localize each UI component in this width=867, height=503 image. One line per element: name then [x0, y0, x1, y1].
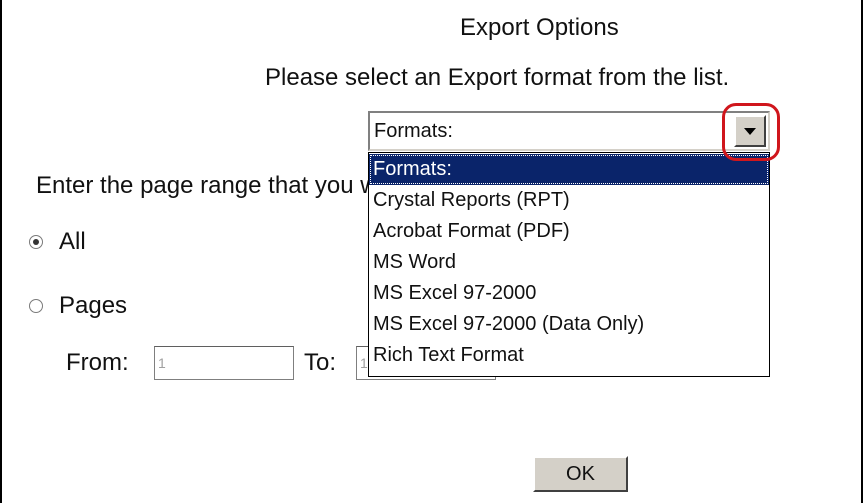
format-dropdown-list: Formats: Crystal Reports (RPT) Acrobat F… — [368, 152, 770, 377]
ok-button[interactable]: OK — [533, 456, 628, 492]
page-range-label: Enter the page range that you want to ex… — [36, 172, 368, 199]
format-select-value: Formats: — [374, 120, 453, 142]
radio-all-label: All — [59, 228, 86, 255]
dropdown-arrow-button[interactable] — [734, 115, 766, 147]
radio-pages-label: Pages — [59, 292, 128, 319]
instruction-text: Please select an Export format from the … — [265, 64, 730, 91]
to-label: To: — [304, 349, 337, 376]
export-dialog: Export Options Please select an Export f… — [0, 0, 863, 503]
format-option-formats[interactable]: Formats: — [369, 154, 769, 185]
format-option-excel-data-only[interactable]: MS Excel 97-2000 (Data Only) — [369, 309, 769, 340]
format-option-pdf[interactable]: Acrobat Format (PDF) — [369, 216, 769, 247]
from-label: From: — [66, 349, 129, 376]
dialog-title: Export Options — [460, 14, 619, 41]
format-option-rtf[interactable]: Rich Text Format — [369, 340, 769, 371]
format-select[interactable]: Formats: — [368, 111, 770, 151]
radio-pages-option[interactable]: Pages — [29, 292, 127, 320]
from-field[interactable] — [154, 346, 294, 380]
chevron-down-icon — [744, 128, 756, 135]
format-option-excel[interactable]: MS Excel 97-2000 — [369, 278, 769, 309]
radio-all-option[interactable]: All — [29, 228, 86, 256]
radio-all[interactable] — [29, 235, 43, 249]
format-option-rpt[interactable]: Crystal Reports (RPT) — [369, 185, 769, 216]
radio-pages[interactable] — [29, 299, 43, 313]
format-option-word[interactable]: MS Word — [369, 247, 769, 278]
